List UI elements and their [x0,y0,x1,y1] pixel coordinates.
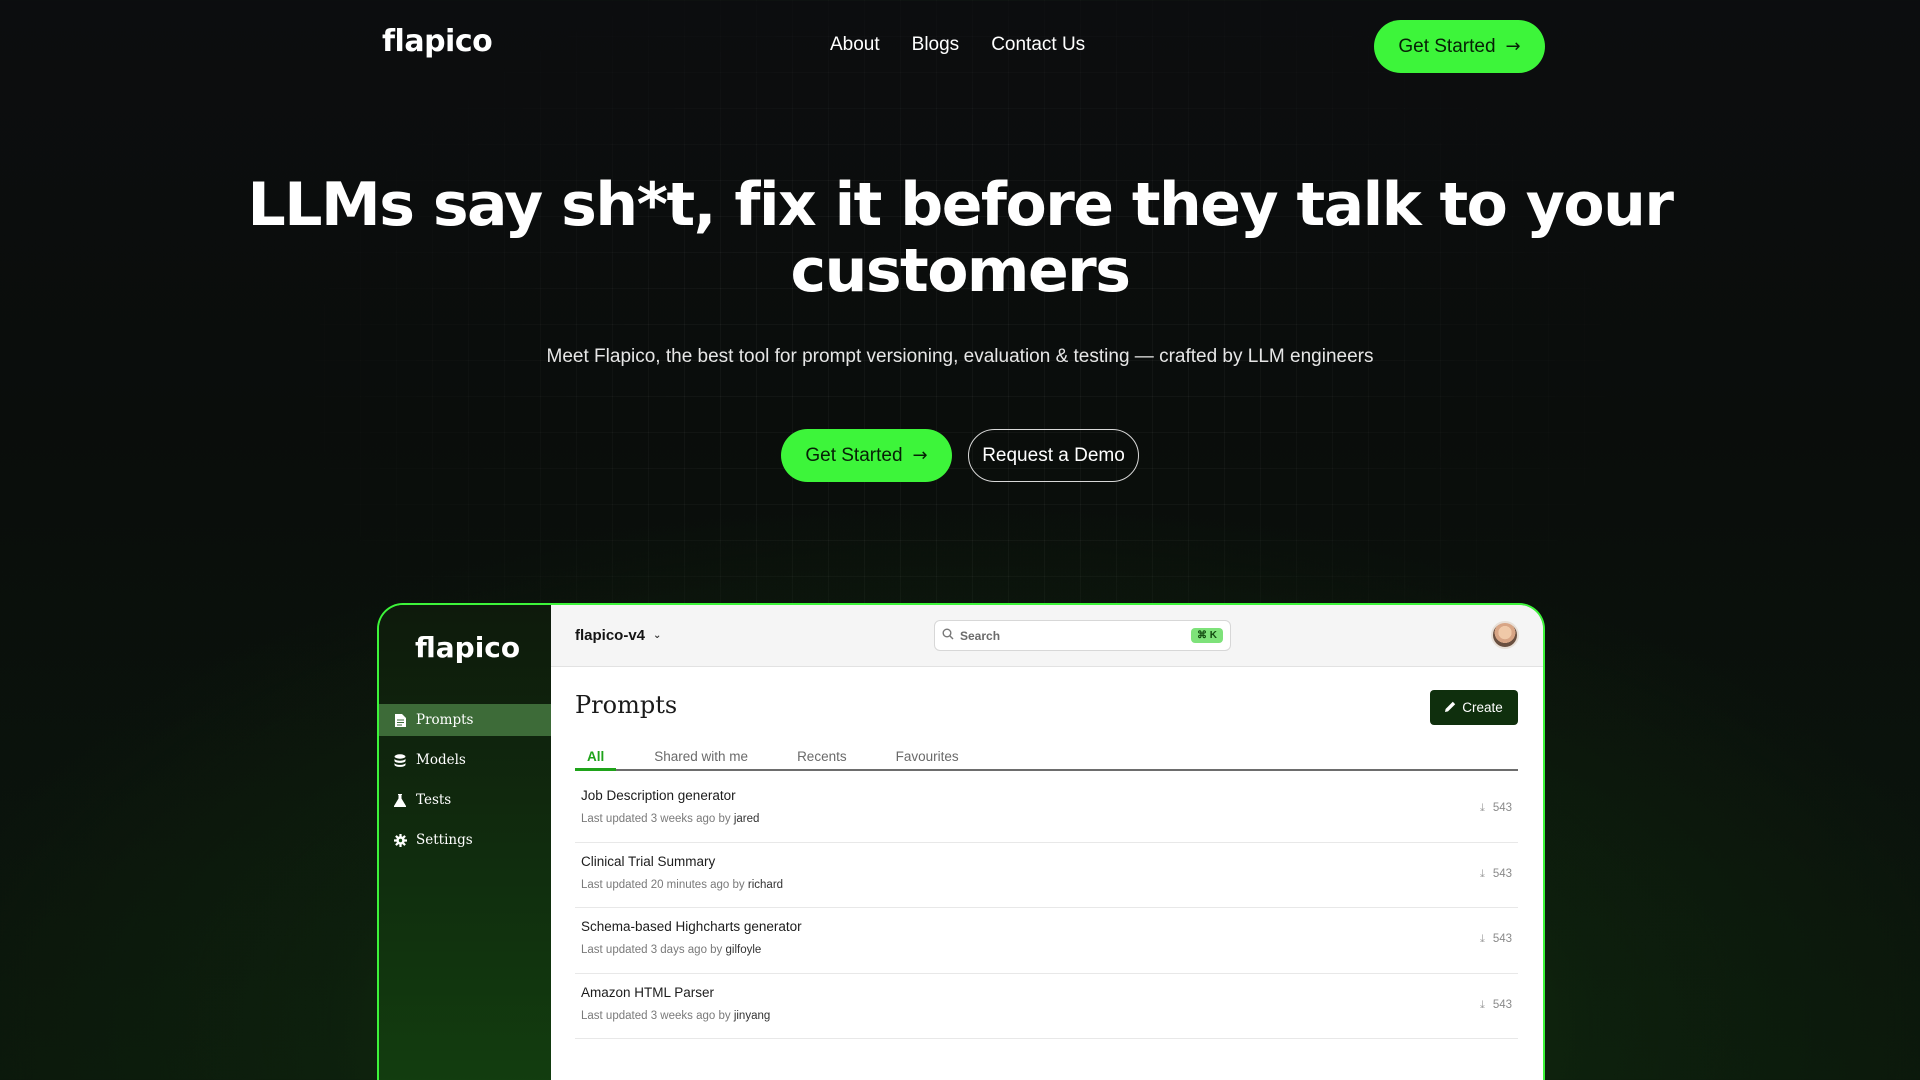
tab-shared-with-me[interactable]: Shared with me [654,745,748,771]
prompt-updated: Last updated 3 days ago by [581,944,723,956]
prompt-meta: Last updated 3 weeks ago by jared [581,813,759,825]
arrow-right-icon: → [912,445,928,466]
prompt-author: jinyang [733,1009,771,1022]
tab-favourites[interactable]: Favourites [896,745,959,771]
sidebar-item-label: Models [416,752,466,768]
prompt-author: gilfoyle [725,944,762,956]
hero-title-line-1: LLMs say sh*t, fix it before they talk t… [247,170,1674,240]
download-count: 543 [1492,933,1512,945]
prompt-title: Job Description generator [581,788,736,803]
download-icon: ⤓ [1479,866,1485,880]
user-avatar[interactable] [1491,621,1519,649]
prompt-meta: Last updated 3 weeks ago by jinyang [581,1010,770,1022]
download-icon: ⤓ [1479,801,1485,814]
prompt-download-count: ⤓ 543 [1480,932,1512,946]
project-name: flapico-v4 [575,627,646,644]
download-icon: ⤓ [1479,932,1485,945]
sidebar-item-models[interactable]: Models [379,744,551,776]
nav-get-started-label: Get Started [1398,35,1496,57]
prompt-meta: Last updated 20 minutes ago by richard [581,879,783,891]
document-icon [393,713,407,727]
prompt-author: jared [733,813,760,825]
tab-recents[interactable]: Recents [797,745,847,771]
prompt-title: Schema-based Highcharts generator [581,919,802,934]
search-shortcut-badge: ⌘ K [1191,628,1223,643]
download-count: 543 [1492,802,1512,814]
prompt-tabs: All Shared with me Recents Favourites [575,745,1518,771]
sidebar-item-label: Prompts [416,712,474,728]
prompt-updated: Last updated 20 minutes ago by [581,878,745,891]
app-sidebar: flapico Prompts Models Tests Settings [379,605,551,1080]
sidebar-item-label: Settings [416,832,473,848]
prompt-title: Clinical Trial Summary [581,853,716,869]
nav-link-about[interactable]: About [830,34,880,56]
create-prompt-button[interactable]: Create [1430,690,1518,725]
create-label: Create [1462,700,1503,715]
sidebar-item-label: Tests [416,792,452,808]
sidebar-item-settings[interactable]: Settings [379,824,551,856]
hero-title: LLMs say sh*t, fix it before they talk t… [0,172,1920,304]
list-item[interactable]: Amazon HTML Parser Last updated 3 weeks … [575,974,1518,1039]
app-main: flapico-v4 ⌄ ⌘ K Prompts Create All Shar… [551,605,1543,1080]
prompt-download-count: ⤓ 543 [1480,801,1512,815]
search-input[interactable] [960,628,1185,643]
page-title: Prompts [575,691,678,719]
nav-get-started-button[interactable]: Get Started → [1374,20,1545,73]
database-icon [393,753,407,767]
nav-links: About Blogs Contact Us [830,34,1085,56]
hero-subtitle: Meet Flapico, the best tool for prompt v… [546,346,1374,367]
download-icon: ⤓ [1479,997,1485,1011]
prompt-title: Amazon HTML Parser [581,984,715,1000]
download-count: 543 [1492,998,1512,1011]
prompt-list: Job Description generator Last updated 3… [575,777,1518,1039]
app-topbar: flapico-v4 ⌄ ⌘ K [551,605,1543,667]
gear-icon [393,833,407,847]
list-item[interactable]: Clinical Trial Summary Last updated 20 m… [575,843,1518,908]
hero-title-line-2: customers [790,236,1131,306]
list-item[interactable]: Schema-based Highcharts generator Last u… [575,908,1518,974]
nav-link-contact[interactable]: Contact Us [991,34,1085,56]
sidebar-item-prompts[interactable]: Prompts [379,704,551,736]
arrow-right-icon: → [1505,36,1521,57]
brand-logo[interactable]: flapico [382,24,493,59]
prompt-updated: Last updated 3 weeks ago by [581,1009,731,1022]
download-count: 543 [1492,867,1512,880]
prompt-updated: Last updated 3 weeks ago by [581,813,731,825]
tab-all[interactable]: All [575,745,617,771]
request-demo-button[interactable]: Request a Demo [968,429,1139,482]
chevron-down-icon: ⌄ [653,630,662,641]
prompt-download-count: ⤓ 543 [1480,998,1512,1012]
prompt-download-count: ⤓ 543 [1480,867,1512,881]
pencil-icon [1445,700,1456,715]
prompt-meta: Last updated 3 days ago by gilfoyle [581,944,761,956]
list-item[interactable]: Job Description generator Last updated 3… [575,777,1518,843]
search-box[interactable]: ⌘ K [934,620,1231,651]
hero-get-started-label: Get Started [805,444,903,466]
prompt-author: richard [747,878,784,891]
sidebar-item-tests[interactable]: Tests [379,784,551,816]
top-navigation: flapico About Blogs Contact Us Get Start… [0,0,1920,92]
search-icon [942,627,954,645]
flask-icon [393,793,407,807]
project-switcher[interactable]: flapico-v4 ⌄ [575,627,661,644]
hero-get-started-button[interactable]: Get Started → [781,429,952,482]
nav-link-blogs[interactable]: Blogs [912,34,960,56]
app-logo: flapico [415,631,521,664]
app-preview: flapico Prompts Models Tests Settings fl… [377,603,1545,1080]
